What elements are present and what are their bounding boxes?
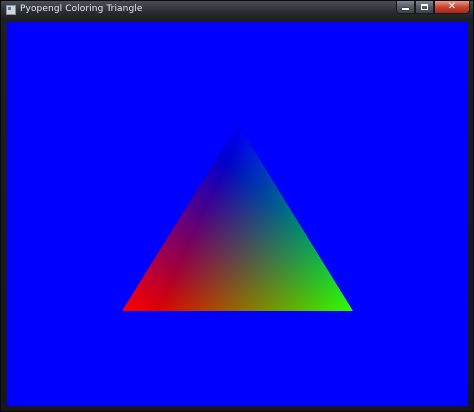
colored-triangle [122,124,353,311]
opengl-canvas[interactable] [7,22,468,406]
minimize-icon [402,8,409,10]
render-surface [122,124,353,311]
window-app-icon[interactable] [6,5,16,15]
minimize-button[interactable] [396,1,415,14]
maximize-button[interactable] [415,1,434,14]
window-controls: ✕ [396,1,470,15]
maximize-icon [421,4,428,10]
close-icon: ✕ [447,1,457,12]
window-title: Pyopengl Coloring Triangle [20,4,143,14]
title-bar[interactable]: Pyopengl Coloring Triangle ✕ [1,1,473,20]
close-button[interactable]: ✕ [434,1,470,14]
app-window: Pyopengl Coloring Triangle ✕ [0,0,474,412]
